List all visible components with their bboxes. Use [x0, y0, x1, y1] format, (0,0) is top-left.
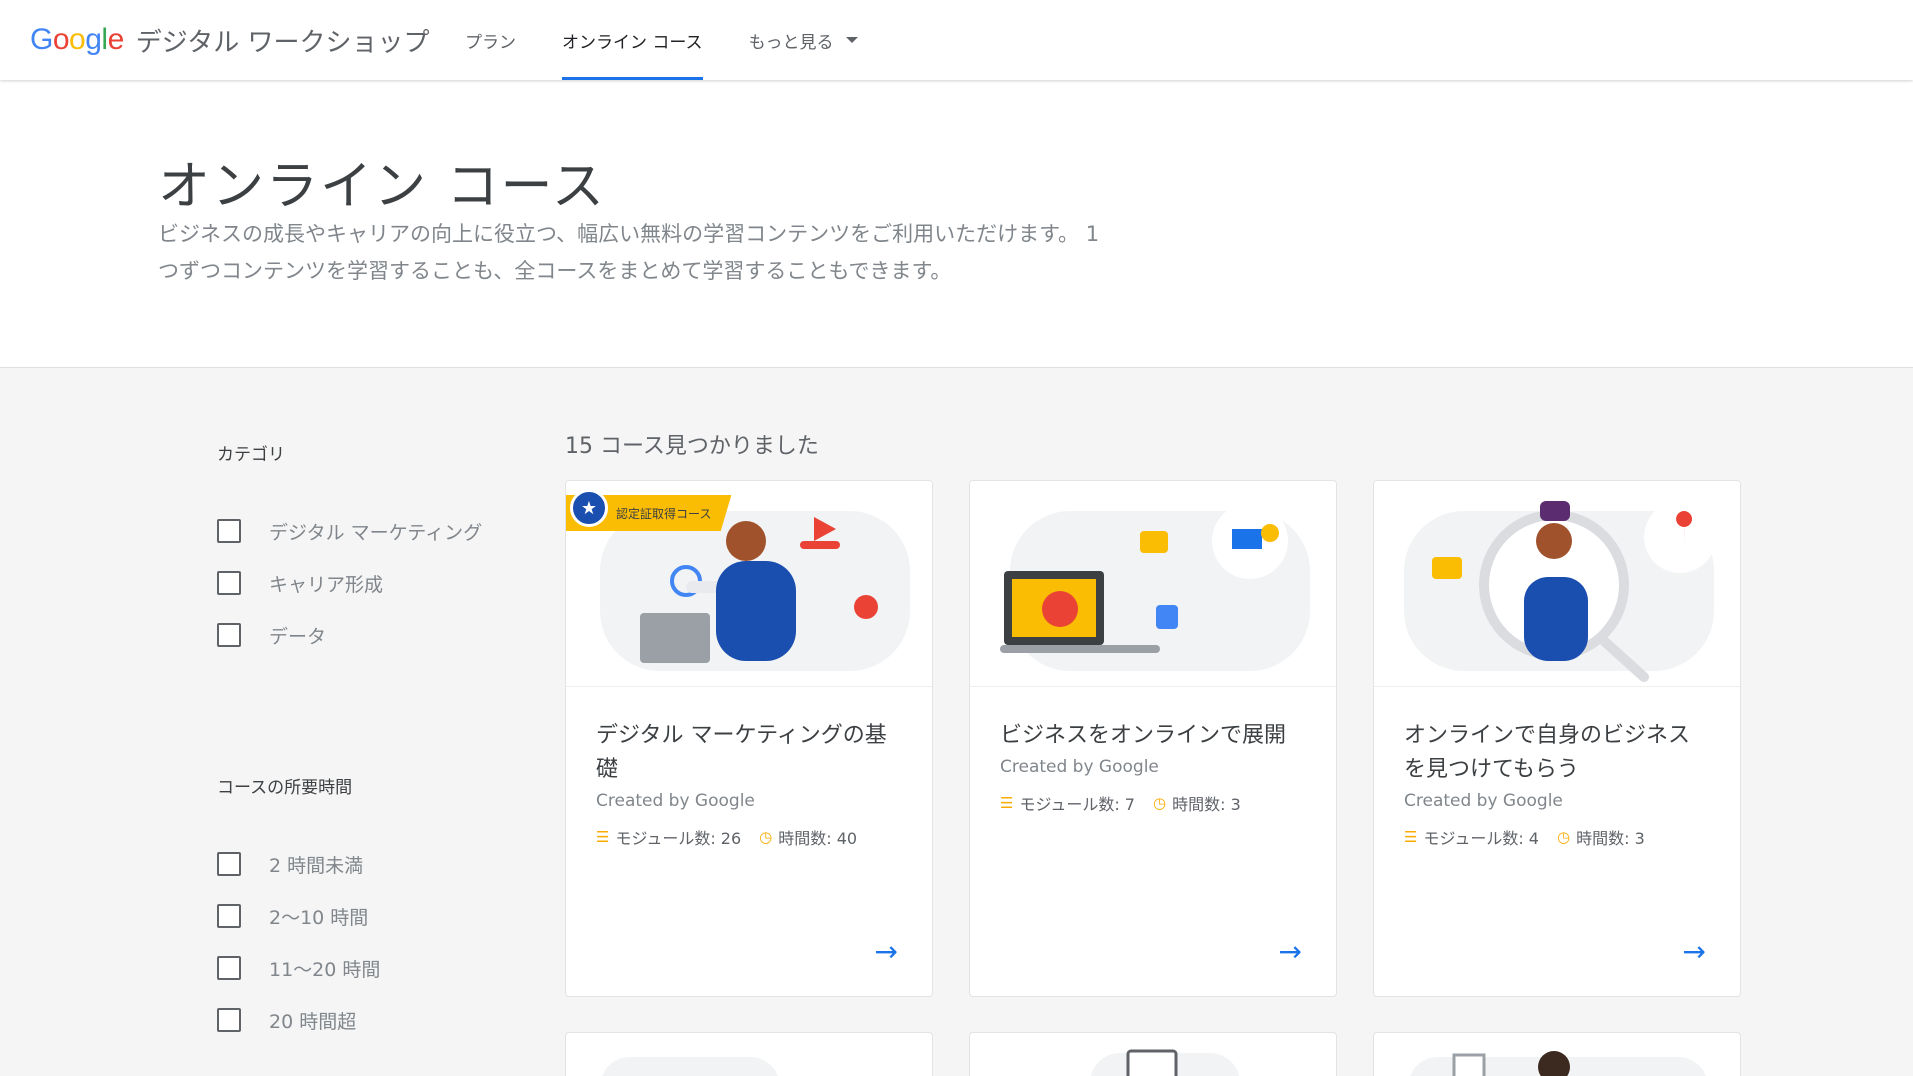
site-title: デジタル ワークショップ [135, 27, 430, 58]
nav-label: オンライン コース [562, 32, 703, 53]
course-card-partial[interactable] [1373, 1032, 1741, 1076]
filter-label: キャリア形成 [269, 573, 384, 596]
filter-option[interactable]: 11〜20 時間 [217, 942, 517, 994]
business-online-illustration [1000, 503, 1310, 671]
nav-item-plans[interactable]: プラン [465, 0, 516, 80]
course-title[interactable]: オンラインで自身のビジネスを見つけてもらう [1404, 719, 1710, 787]
filter-label: 11〜20 時間 [269, 958, 381, 981]
caret-down-icon [845, 37, 858, 43]
hero-section: オンライン コース ビジネスの成長やキャリアの向上に役立つ、幅広い無料の学習コン… [0, 80, 1913, 368]
course-card[interactable]: オンラインで自身のビジネスを見つけてもらう Created by Google … [1373, 480, 1741, 997]
filter-label: データ [269, 625, 327, 648]
filter-duration: コースの所要時間 2 時間未満 2〜10 時間 11〜20 時間 20 時間超 [217, 773, 517, 1046]
list-icon: ☰ [1000, 794, 1014, 812]
course-illustration: ★ 認定証取得コース [566, 481, 932, 687]
checkbox[interactable] [217, 623, 241, 647]
filter-option[interactable]: デジタル マーケティング [217, 505, 517, 557]
filter-label: 2〜10 時間 [269, 906, 369, 929]
clock-icon: ◷ [1153, 794, 1167, 812]
checkbox[interactable] [217, 1008, 241, 1032]
filter-option[interactable]: キャリア形成 [217, 557, 517, 609]
brand[interactable]: Google デジタル ワークショップ [30, 22, 430, 58]
course-hours: 時間数: 3 [1172, 795, 1241, 814]
course-hours: 時間数: 40 [778, 829, 858, 848]
checkbox[interactable] [217, 519, 241, 543]
list-icon: ☰ [1404, 828, 1418, 846]
filter-option[interactable]: 20 時間超 [217, 994, 517, 1046]
page-description: ビジネスの成長やキャリアの向上に役立つ、幅広い無料の学習コンテンツをご利用いただ… [158, 222, 1100, 283]
main-nav: プラン オンライン コース もっと見る [465, 0, 904, 80]
course-card[interactable]: ビジネスをオンラインで展開 Created by Google ☰ モジュール数… [969, 480, 1337, 997]
course-card-partial[interactable] [565, 1032, 933, 1076]
course-creator: Created by Google [1000, 757, 1159, 777]
course-illustration [970, 481, 1336, 687]
course-meta: ☰ モジュール数: 26 ◷ 時間数: 40 [596, 825, 902, 849]
course-modules: モジュール数: 7 [1019, 795, 1135, 814]
filter-label: 2 時間未満 [269, 854, 364, 877]
checkbox[interactable] [217, 571, 241, 595]
course-illustration [1374, 481, 1740, 687]
search-person-illustration [1404, 501, 1716, 682]
nav-item-more[interactable]: もっと見る [749, 0, 858, 80]
filter-category: カテゴリ デジタル マーケティング キャリア形成 データ [217, 440, 517, 661]
arrow-right-icon[interactable]: → [1683, 935, 1706, 968]
course-illustration [1410, 1051, 1706, 1076]
page-title: オンライン コース [158, 157, 606, 217]
nav-label: プラン [465, 32, 516, 53]
filter-label: 20 時間超 [269, 1010, 357, 1033]
course-modules: モジュール数: 4 [1423, 829, 1539, 848]
clock-icon: ◷ [1557, 828, 1571, 846]
filter-title: コースの所要時間 [217, 778, 353, 798]
arrow-right-icon[interactable]: → [875, 935, 898, 968]
filter-option[interactable]: データ [217, 609, 517, 661]
results-count: 15 コース見つかりました [565, 434, 819, 459]
course-meta: ☰ モジュール数: 7 ◷ 時間数: 3 [1000, 791, 1306, 815]
course-meta: ☰ モジュール数: 4 ◷ 時間数: 3 [1404, 825, 1710, 849]
checkbox[interactable] [217, 956, 241, 980]
course-creator: Created by Google [1404, 791, 1563, 811]
google-logo: Google [30, 23, 124, 56]
medal-icon: ★ [570, 489, 608, 527]
course-illustration [1090, 1049, 1240, 1076]
nav-label: もっと見る [748, 32, 834, 53]
course-card[interactable]: ★ 認定証取得コース デジタル マーケティングの基礎 Created by Go… [565, 480, 933, 997]
course-creator: Created by Google [596, 791, 755, 811]
checkbox[interactable] [217, 852, 241, 876]
course-hours: 時間数: 3 [1576, 829, 1645, 848]
filter-option[interactable]: 2〜10 時間 [217, 890, 517, 942]
course-illustration [602, 1057, 778, 1076]
course-modules: モジュール数: 26 [615, 829, 742, 848]
course-card-partial[interactable] [969, 1032, 1337, 1076]
checkbox[interactable] [217, 904, 241, 928]
arrow-right-icon[interactable]: → [1279, 935, 1302, 968]
course-title[interactable]: デジタル マーケティングの基礎 [596, 719, 902, 787]
list-icon: ☰ [596, 828, 610, 846]
filter-label: デジタル マーケティング [269, 521, 483, 544]
top-header: Google デジタル ワークショップ プラン オンライン コース もっと見る [0, 0, 1913, 80]
nav-item-online-courses[interactable]: オンライン コース [562, 0, 703, 80]
filter-title: カテゴリ [217, 445, 285, 465]
filter-option[interactable]: 2 時間未満 [217, 838, 517, 890]
course-title[interactable]: ビジネスをオンラインで展開 [1000, 719, 1306, 753]
clock-icon: ◷ [759, 828, 773, 846]
